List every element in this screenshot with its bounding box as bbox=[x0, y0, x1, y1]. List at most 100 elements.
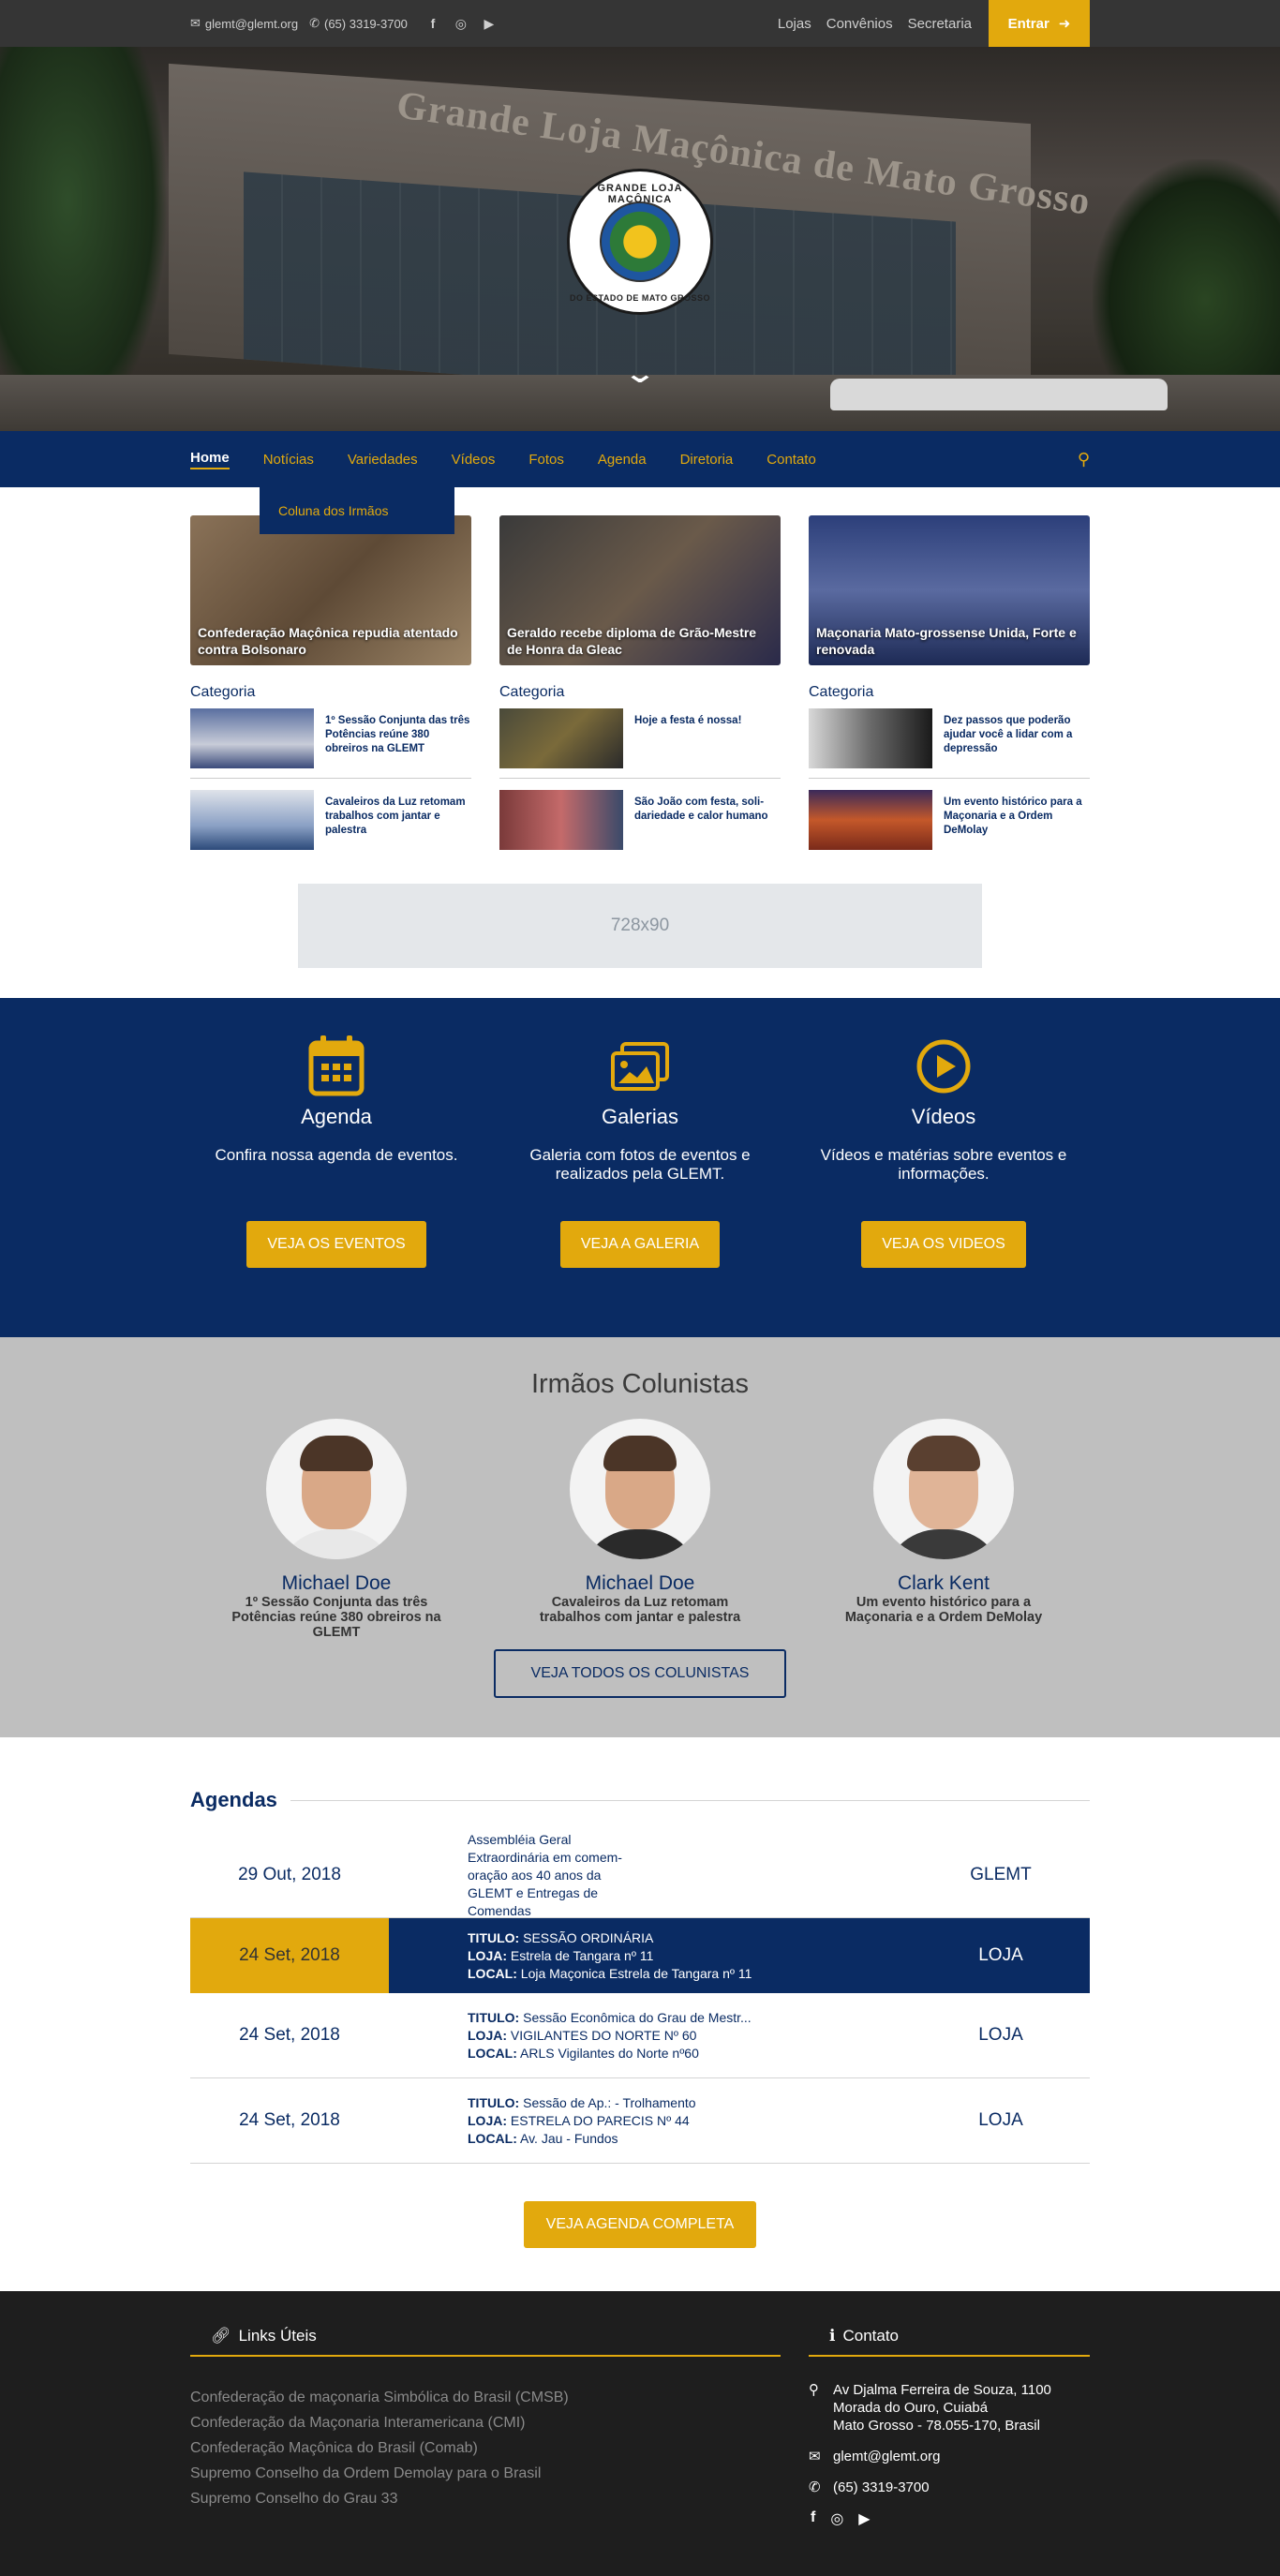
featured-card[interactable]: Geraldo recebe diploma de Grão-Mestre de… bbox=[499, 515, 781, 665]
feature-title: Agenda bbox=[301, 1105, 372, 1128]
feature-title: Galerias bbox=[602, 1105, 678, 1128]
feature-text: Confira nossa agenda de eventos. bbox=[215, 1146, 458, 1164]
footer-email[interactable]: ✉ glemt@glemt.org bbox=[809, 2448, 1090, 2465]
category-label[interactable]: Categoria bbox=[809, 684, 1090, 701]
view-events-button[interactable]: VEJA OS EVENTOS bbox=[246, 1221, 426, 1268]
agenda-section: Agendas 29 Out, 2018 Assembléia Geral Ex… bbox=[190, 1737, 1090, 2291]
columnist-name: Michael Doe bbox=[585, 1572, 695, 1594]
login-button[interactable]: Entrar ➜ bbox=[989, 0, 1090, 47]
news-section: Confederação Maçônica repudia atentado c… bbox=[190, 487, 1090, 968]
news-thumbnail bbox=[499, 708, 623, 768]
category-label[interactable]: Categoria bbox=[190, 684, 471, 701]
section-title: Irmãos Colunistas bbox=[530, 1369, 750, 1399]
ad-banner[interactable]: 728x90 bbox=[298, 884, 982, 968]
footer-link[interactable]: Supremo Conselho da Ordem Demolay para o… bbox=[190, 2461, 781, 2486]
columnist-card[interactable]: Michael Doe Cavaleiros da Luz retomam tr… bbox=[494, 1419, 786, 1640]
category-label[interactable]: Categoria bbox=[499, 684, 781, 701]
footer-contact-heading: ℹ Contato bbox=[809, 2327, 1090, 2357]
featured-card[interactable]: Confederação Maçônica repudia atentado c… bbox=[190, 515, 471, 665]
featured-card[interactable]: Maçonaria Mato-grossense Unida, Forte e … bbox=[809, 515, 1090, 665]
nav-variedades[interactable]: Variedades bbox=[348, 452, 418, 468]
topbar-link-convenios[interactable]: Convênios bbox=[826, 16, 893, 32]
view-all-columnists-button[interactable]: VEJA TODOS OS COLUNISTAS bbox=[494, 1649, 786, 1698]
agenda-date: 29 Out, 2018 bbox=[238, 1865, 341, 1884]
info-icon: ℹ bbox=[829, 2327, 836, 2345]
section-title: Agendas bbox=[190, 1788, 277, 1811]
nav-noticias[interactable]: Notícias bbox=[263, 452, 314, 468]
columnist-article: 1º Sessão Conjunta das três Potências re… bbox=[231, 1595, 441, 1640]
list-item[interactable]: São João com festa, soli-dariedade e cal… bbox=[499, 788, 781, 859]
agenda-date: 24 Set, 2018 bbox=[239, 2025, 340, 2045]
topbar-phone[interactable]: ✆ (65) 3319-3700 bbox=[309, 16, 408, 31]
nav-videos[interactable]: Vídeos bbox=[452, 452, 496, 468]
news-thumbnail bbox=[809, 708, 932, 768]
nav-fotos[interactable]: Fotos bbox=[528, 452, 564, 468]
logo-seal[interactable]: GRANDE LOJA MAÇÔNICA DO ESTADO DE MATO G… bbox=[567, 169, 713, 315]
avatar bbox=[266, 1419, 407, 1559]
divider bbox=[290, 1799, 1090, 1801]
search-icon[interactable]: ⚲ bbox=[1078, 450, 1090, 469]
facebook-icon[interactable]: f bbox=[811, 2509, 815, 2528]
agenda-date: 24 Set, 2018 bbox=[239, 2110, 340, 2130]
agenda-row[interactable]: 24 Set, 2018 TITULO: Sessão de Ap.: - Tr… bbox=[190, 2078, 1090, 2164]
link-icon: 🔗︎ bbox=[211, 2327, 231, 2345]
facebook-icon[interactable]: f bbox=[424, 15, 441, 32]
agenda-org: LOJA bbox=[978, 1945, 1023, 1965]
news-thumbnail bbox=[499, 790, 623, 850]
view-gallery-button[interactable]: VEJA A GALERIA bbox=[559, 1221, 721, 1268]
agenda-description: TITULO: Sessão de Ap.: - Trolhamento LOJ… bbox=[468, 2094, 696, 2146]
avatar bbox=[873, 1419, 1014, 1559]
view-videos-button[interactable]: VEJA OS VIDEOS bbox=[861, 1221, 1026, 1268]
instagram-icon[interactable]: ◎ bbox=[453, 15, 469, 32]
play-icon bbox=[797, 1034, 1090, 1099]
footer-phone[interactable]: ✆ (65) 3319-3700 bbox=[809, 2479, 1090, 2496]
list-item[interactable]: Um evento histórico para a Maçonaria e a… bbox=[809, 788, 1090, 859]
coat-of-arms-icon bbox=[600, 201, 680, 282]
footer-link[interactable]: Supremo Conselho do Grau 33 bbox=[190, 2486, 781, 2511]
footer-address: ⚲ Av Djalma Ferreira de Souza, 1100 Mora… bbox=[809, 2382, 1051, 2434]
calendar-icon bbox=[190, 1034, 483, 1099]
columnist-card[interactable]: Michael Doe 1º Sessão Conjunta das três … bbox=[190, 1419, 483, 1640]
hero-banner: Grande Loja Maçônica de Mato Grosso GRAN… bbox=[0, 47, 1280, 431]
phone-icon: ✆ bbox=[809, 2479, 821, 2495]
dropdown-coluna-dos-irmaos[interactable]: Coluna dos Irmãos bbox=[260, 487, 454, 534]
list-item[interactable]: 1º Sessão Conjunta das três Potências re… bbox=[190, 707, 471, 779]
chevron-down-icon[interactable]: ⌄ bbox=[622, 361, 659, 387]
full-agenda-button[interactable]: VEJA AGENDA COMPLETA bbox=[523, 2201, 757, 2248]
footer-links-heading: 🔗︎ Links Úteis bbox=[190, 2327, 781, 2357]
topbar-link-secretaria[interactable]: Secretaria bbox=[908, 16, 972, 32]
list-item[interactable]: Hoje a festa é nossa! bbox=[499, 707, 781, 779]
sign-in-icon: ➜ bbox=[1058, 16, 1071, 32]
list-item[interactable]: Cavaleiros da Luz retomam trabalhos com … bbox=[190, 788, 471, 859]
youtube-icon[interactable]: ▶ bbox=[858, 2509, 870, 2528]
columnist-card[interactable]: Clark Kent Um evento histórico para a Ma… bbox=[797, 1419, 1090, 1640]
agenda-org: GLEMT bbox=[970, 1865, 1032, 1884]
agenda-org: LOJA bbox=[978, 2025, 1023, 2045]
columnist-article: Um evento histórico para a Maçonaria e a… bbox=[844, 1595, 1043, 1625]
feature-videos: Vídeos Vídeos e matérias sobre eventos e… bbox=[797, 1034, 1090, 1268]
nav-agenda[interactable]: Agenda bbox=[598, 452, 647, 468]
instagram-icon[interactable]: ◎ bbox=[830, 2509, 843, 2528]
list-item[interactable]: Dez passos que poderão ajudar você a lid… bbox=[809, 707, 1090, 779]
news-column: Categoria Hoje a festa é nossa! São João… bbox=[499, 684, 781, 869]
feature-text: Vídeos e matérias sobre eventos e inform… bbox=[820, 1146, 1067, 1183]
feature-agenda: Agenda Confira nossa agenda de eventos. … bbox=[190, 1034, 483, 1268]
footer-link[interactable]: Confederação de maçonaria Simbólica do B… bbox=[190, 2385, 781, 2410]
main-nav: Home Notícias Variedades Vídeos Fotos Ag… bbox=[0, 431, 1280, 534]
agenda-row[interactable]: 24 Set, 2018 TITULO: SESSÃO ORDINÁRIA LO… bbox=[190, 1918, 1090, 1993]
footer-link[interactable]: Confederação da Maçonaria Interamericana… bbox=[190, 2410, 781, 2435]
agenda-org: LOJA bbox=[978, 2110, 1023, 2130]
agenda-row[interactable]: 29 Out, 2018 Assembléia Geral Extraordin… bbox=[190, 1831, 1090, 1918]
topbar-link-lojas[interactable]: Lojas bbox=[778, 16, 811, 32]
nav-diretoria[interactable]: Diretoria bbox=[680, 452, 734, 468]
agenda-description: Assembléia Geral Extraordinária em comem… bbox=[468, 1831, 622, 1918]
topbar-email[interactable]: ✉ glemt@glemt.org bbox=[190, 16, 298, 31]
youtube-icon[interactable]: ▶ bbox=[481, 15, 498, 32]
nav-contato[interactable]: Contato bbox=[767, 452, 816, 468]
feature-text: Galeria com fotos de eventos e realizado… bbox=[529, 1146, 751, 1183]
footer-link[interactable]: Confederação Maçônica do Brasil (Comab) bbox=[190, 2435, 781, 2461]
agenda-row[interactable]: 24 Set, 2018 TITULO: Sessão Econômica do… bbox=[190, 1993, 1090, 2078]
news-thumbnail bbox=[809, 790, 932, 850]
news-thumbnail bbox=[190, 790, 314, 850]
nav-home[interactable]: Home bbox=[190, 450, 230, 469]
